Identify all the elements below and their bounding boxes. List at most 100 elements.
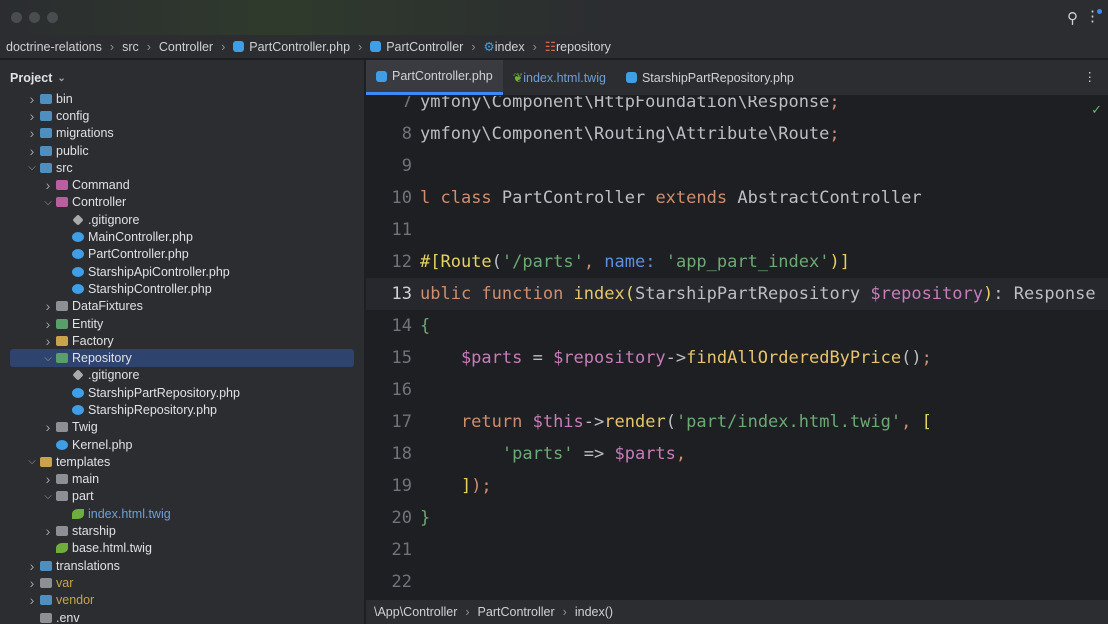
tree-item[interactable]: index.html.twig	[0, 505, 364, 522]
status-crumb[interactable]: \App\Controller	[374, 605, 457, 619]
more-menu-icon[interactable]: ⋮	[1085, 7, 1102, 25]
code-token: {	[420, 316, 431, 336]
chevron-right-icon[interactable]: ›	[24, 143, 40, 159]
tree-item-label: vendor	[56, 593, 95, 608]
maximize-window-button[interactable]	[47, 12, 58, 23]
breadcrumb-item[interactable]: PartController.php	[249, 40, 350, 54]
code-token: (	[624, 284, 635, 304]
chevron-right-icon[interactable]: ›	[40, 523, 56, 539]
tree-item[interactable]: › public	[0, 142, 364, 159]
tree-item[interactable]: .env	[0, 609, 364, 624]
tab-starshippartrepository-php[interactable]: StarshipPartRepository.php	[616, 60, 804, 95]
folder-icon	[40, 595, 52, 606]
tree-item[interactable]: .gitignore	[0, 211, 364, 228]
tree-item-label: config	[56, 108, 90, 123]
tree-item[interactable]: StarshipApiController.php	[0, 263, 364, 280]
code-token: render	[604, 412, 666, 432]
chevron-right-icon[interactable]: ›	[24, 91, 40, 107]
chevron-right-icon[interactable]: ›	[40, 419, 56, 435]
tree-item[interactable]: › Command	[0, 176, 364, 193]
tab-index-html-twig[interactable]: ❦ index.html.twig	[503, 60, 616, 95]
breadcrumb-item[interactable]: Controller	[159, 40, 213, 54]
folder-icon	[40, 577, 52, 588]
minimize-window-button[interactable]	[29, 12, 40, 23]
chevron-right-icon[interactable]: ›	[24, 558, 40, 574]
code-token: $parts	[614, 444, 676, 464]
line-number: 14	[391, 316, 412, 336]
code-line[interactable]: ymfony\Component\HttpFoundation\Response…	[420, 96, 840, 113]
code-line[interactable]: l class PartController extends AbstractC…	[420, 187, 922, 209]
tree-item[interactable]: › starship	[0, 522, 364, 539]
chevron-right-icon[interactable]: ›	[24, 108, 40, 124]
tree-item[interactable]: ⌵ src	[0, 159, 364, 176]
chevron-right-icon[interactable]: ›	[24, 575, 40, 591]
tree-item[interactable]: › bin	[0, 90, 364, 107]
tree-item[interactable]: PartController.php	[0, 246, 364, 263]
chevron-right-icon[interactable]: ›	[40, 298, 56, 314]
tree-item[interactable]: ⌵ Controller	[0, 194, 364, 211]
chevron-right-icon[interactable]: ›	[40, 471, 56, 487]
tree-item[interactable]: .gitignore	[0, 367, 364, 384]
chevron-down-icon[interactable]: ⌵	[40, 197, 56, 208]
php-icon	[72, 232, 84, 243]
code-line[interactable]: return $this->render('part/index.html.tw…	[420, 411, 932, 433]
code-line[interactable]: ]);	[420, 475, 492, 497]
chevron-right-icon[interactable]: ›	[40, 177, 56, 193]
line-number: 15	[391, 348, 412, 368]
code-line[interactable]: 'parts' => $parts,	[420, 443, 686, 465]
twig-file-icon: ❦	[512, 71, 524, 85]
tree-item[interactable]: › vendor	[0, 592, 364, 609]
tree-item[interactable]: › main	[0, 471, 364, 488]
chevron-down-icon[interactable]: ⌵	[24, 456, 40, 467]
tree-item[interactable]: › Twig	[0, 419, 364, 436]
code-line[interactable]: }	[420, 507, 430, 529]
code-token: l	[420, 188, 441, 208]
chevron-right-icon[interactable]: ›	[24, 592, 40, 608]
tree-item[interactable]: › DataFixtures	[0, 298, 364, 315]
chevron-down-icon[interactable]: ⌵	[24, 162, 40, 173]
tree-item[interactable]: StarshipPartRepository.php	[0, 384, 364, 401]
tree-item[interactable]: › Factory	[0, 332, 364, 349]
chevron-down-icon[interactable]: ⌵	[40, 353, 56, 364]
tree-item[interactable]: base.html.twig	[0, 540, 364, 557]
status-crumb[interactable]: PartController	[478, 605, 555, 619]
line-number: 12	[391, 252, 412, 272]
tree-item[interactable]: › translations	[0, 557, 364, 574]
tree-item[interactable]: › var	[0, 574, 364, 591]
code-line[interactable]: ublic function index(StarshipPartReposit…	[420, 283, 1096, 305]
tab-menu-icon[interactable]: ⋮	[1084, 69, 1097, 84]
tree-item[interactable]: ⌵ Repository	[10, 349, 354, 367]
folder-icon	[40, 560, 52, 571]
tree-item[interactable]: ⌵ part	[0, 488, 364, 505]
code-editor[interactable]: 7 ymfony\Component\HttpFoundation\Respons…	[366, 96, 1108, 600]
tab-partcontroller-php[interactable]: PartController.php	[366, 60, 503, 95]
tree-item[interactable]: StarshipController.php	[0, 280, 364, 297]
tree-item[interactable]: StarshipRepository.php	[0, 401, 364, 418]
breadcrumb-item[interactable]: repository	[556, 40, 611, 54]
code-token: [	[921, 412, 932, 432]
code-token: (	[665, 412, 676, 432]
code-line[interactable]: $parts = $repository->findAllOrderedByPr…	[420, 347, 932, 369]
chevron-right-icon[interactable]: ›	[40, 333, 56, 349]
code-line[interactable]: #[Route('/parts', name: 'app_part_index'…	[420, 251, 850, 273]
breadcrumb-item[interactable]: doctrine-relations	[6, 40, 102, 54]
tree-item[interactable]: MainController.php	[0, 228, 364, 245]
chevron-right-icon[interactable]: ›	[24, 125, 40, 141]
tree-item[interactable]: › config	[0, 107, 364, 124]
tree-item[interactable]: Kernel.php	[0, 436, 364, 453]
breadcrumb-item[interactable]: src	[122, 40, 139, 54]
search-icon[interactable]: ⚲	[1067, 9, 1078, 27]
tree-item[interactable]: › Entity	[0, 315, 364, 332]
no-problems-check-icon: ✓	[1091, 102, 1102, 117]
chevron-down-icon[interactable]: ⌵	[40, 491, 56, 502]
breadcrumb-item[interactable]: PartController	[386, 40, 463, 54]
status-crumb[interactable]: index()	[575, 605, 613, 619]
chevron-right-icon[interactable]: ›	[40, 316, 56, 332]
tree-item-label: Repository	[72, 351, 132, 366]
breadcrumb-item[interactable]: index	[495, 40, 525, 54]
code-line[interactable]: ymfony\Component\Routing\Attribute\Route…	[420, 123, 840, 145]
tree-item[interactable]: ⌵ templates	[0, 453, 364, 470]
close-window-button[interactable]	[11, 12, 22, 23]
code-line[interactable]: {	[420, 315, 430, 337]
tree-item[interactable]: › migrations	[0, 125, 364, 142]
